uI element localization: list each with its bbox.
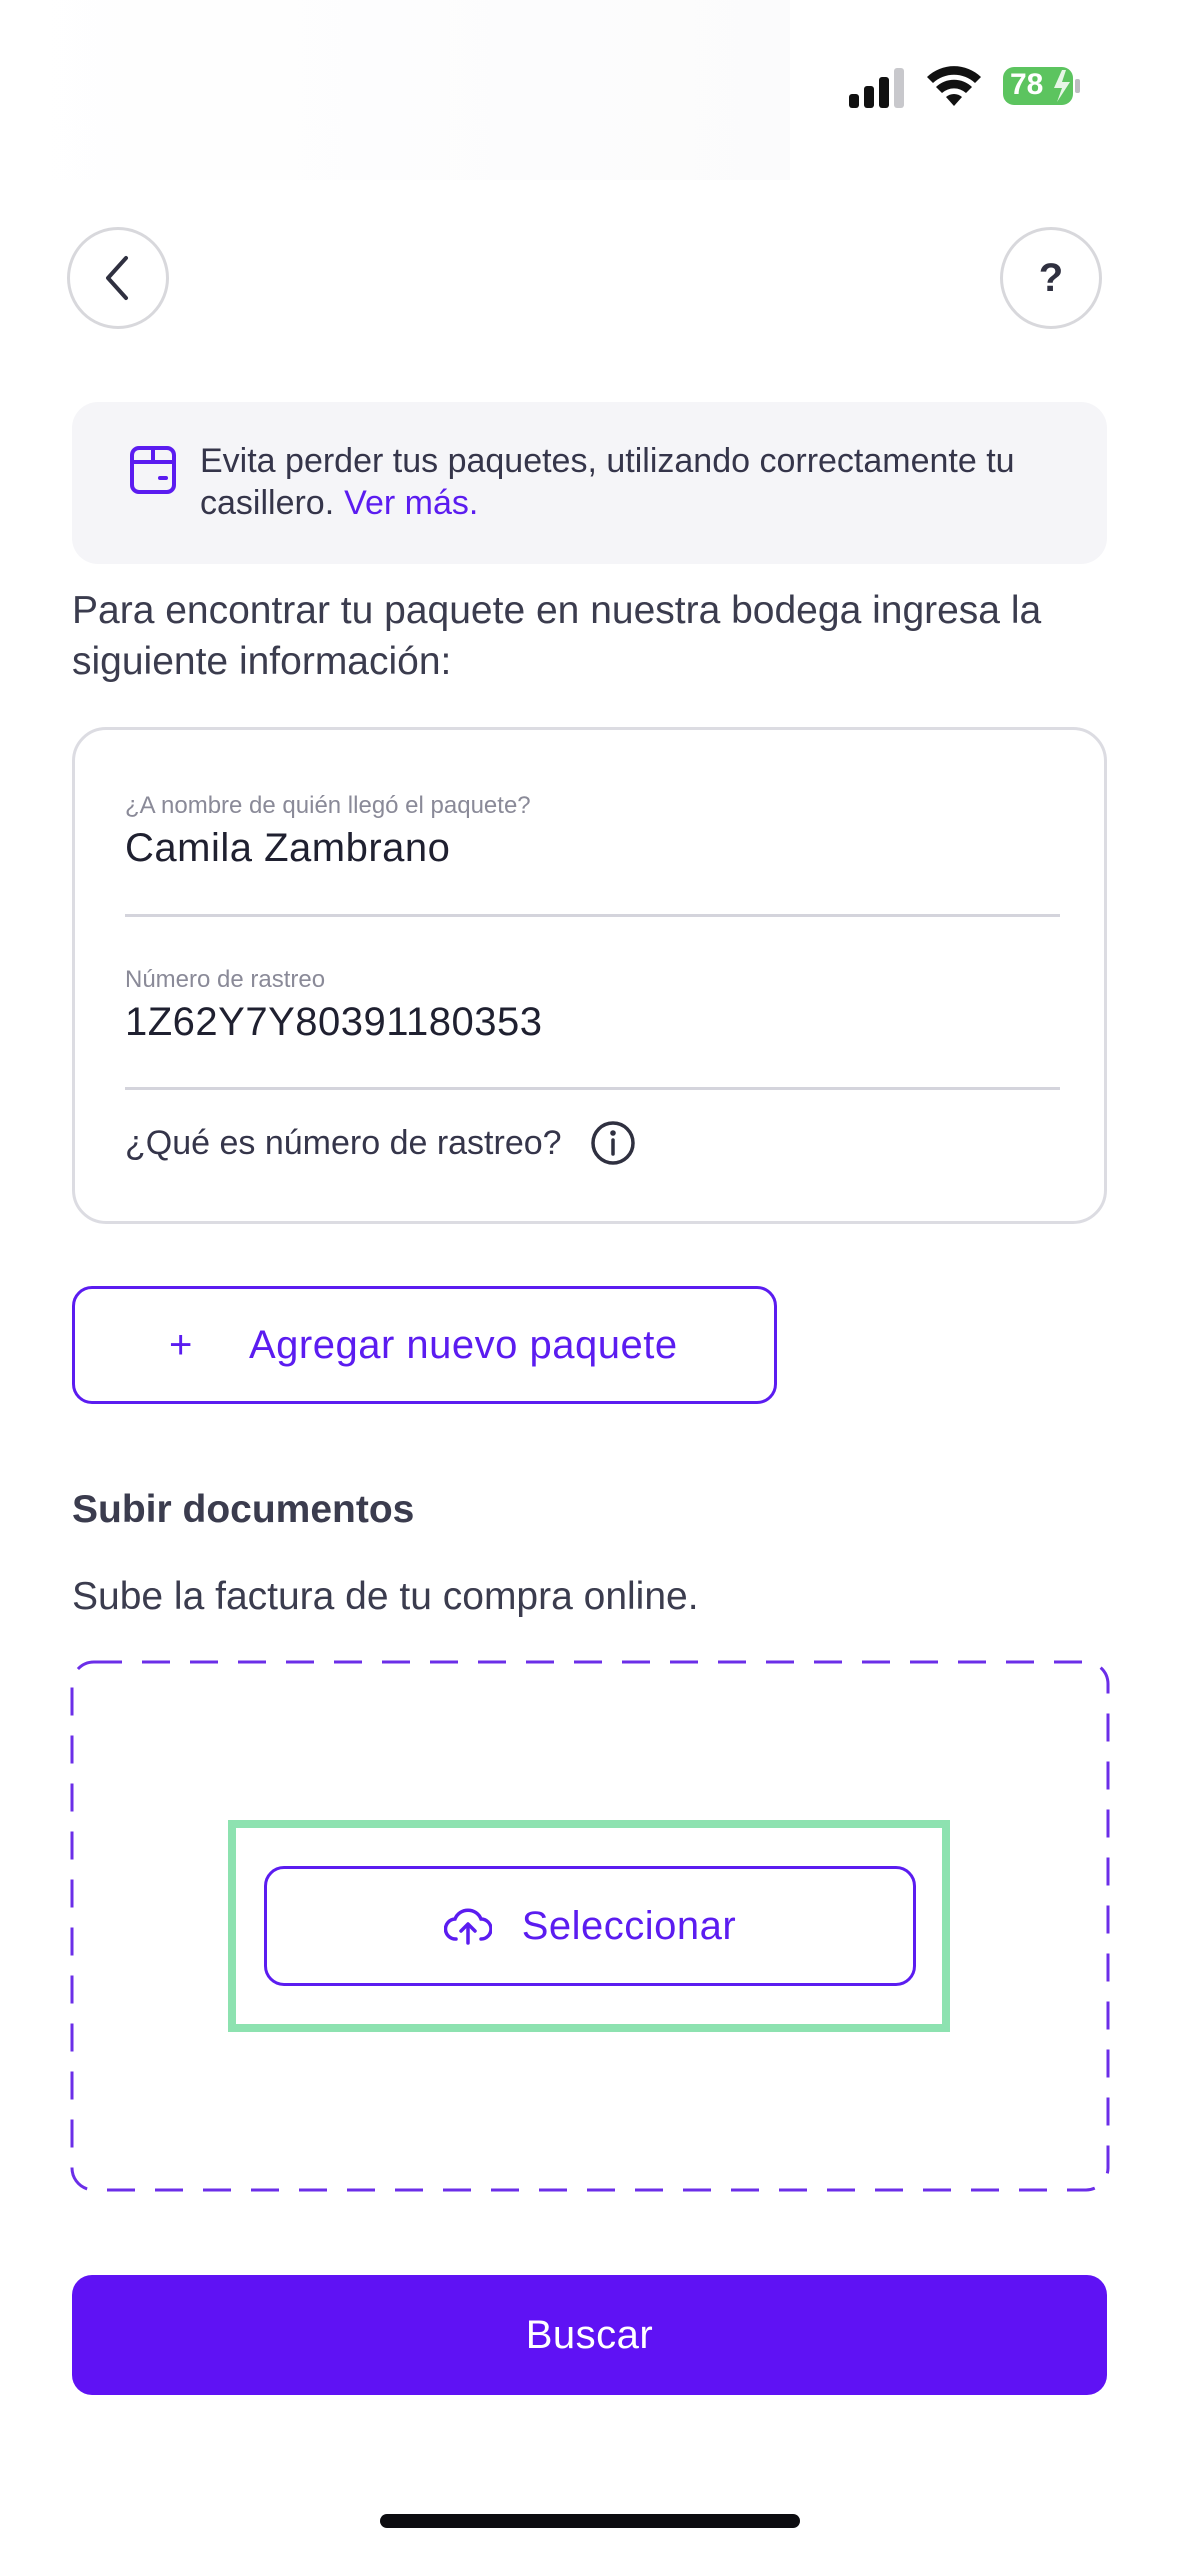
info-icon[interactable] [590,1120,636,1166]
tracking-divider [125,1087,1060,1090]
tracking-label: Número de rastreo [125,966,326,993]
home-indicator [380,2514,800,2528]
upload-section-title: Subir documentos [72,1488,415,1531]
tracking-help-text: ¿Qué es número de rastreo? [125,1123,562,1162]
banner-text-block: Evita perder tus paquetes, utilizando co… [200,440,1060,524]
chevron-left-icon [106,256,128,300]
add-package-label: Agregar nuevo paquete [249,1322,678,1367]
search-button-label: Buscar [525,2312,654,2357]
package-box-icon [130,446,176,494]
help-button-label: ? [1038,255,1064,300]
battery-level: 78 [1010,68,1044,101]
battery-indicator: 78 [1002,64,1082,108]
tracking-help-row[interactable]: ¿Qué es número de rastreo? [125,1120,636,1166]
search-button[interactable]: Buscar [72,2275,1107,2395]
select-file-label: Seleccionar [521,1903,737,1948]
package-form-card: ¿A nombre de quién llegó el paquete? Cam… [72,727,1107,1224]
banner-message: Evita perder tus paquetes, utilizando co… [200,442,1015,522]
help-button[interactable]: ? [1000,227,1102,329]
see-more-link[interactable]: Ver más. [344,484,478,522]
upload-section-subtitle: Sube la factura de tu compra online. [72,1575,699,1618]
intro-text: Para encontrar tu paquete en nuestra bod… [72,589,1042,683]
back-button[interactable] [67,227,169,329]
recipient-field[interactable]: Camila Zambrano [125,826,450,871]
plus-icon: + [169,1322,193,1367]
add-package-button[interactable]: + Agregar nuevo paquete [72,1286,777,1404]
select-file-button[interactable]: Seleccionar [264,1866,916,1986]
wifi-icon [927,66,981,106]
tracking-number-field[interactable]: 1Z62Y7Y80391180353 [125,1000,543,1045]
status-bar-background [0,0,790,180]
cellular-signal-icon [849,68,904,108]
recipient-divider [125,914,1060,917]
recipient-label: ¿A nombre de quién llegó el paquete? [125,792,531,819]
cloud-upload-icon [443,1908,492,1945]
info-banner: Evita perder tus paquetes, utilizando co… [72,402,1107,564]
